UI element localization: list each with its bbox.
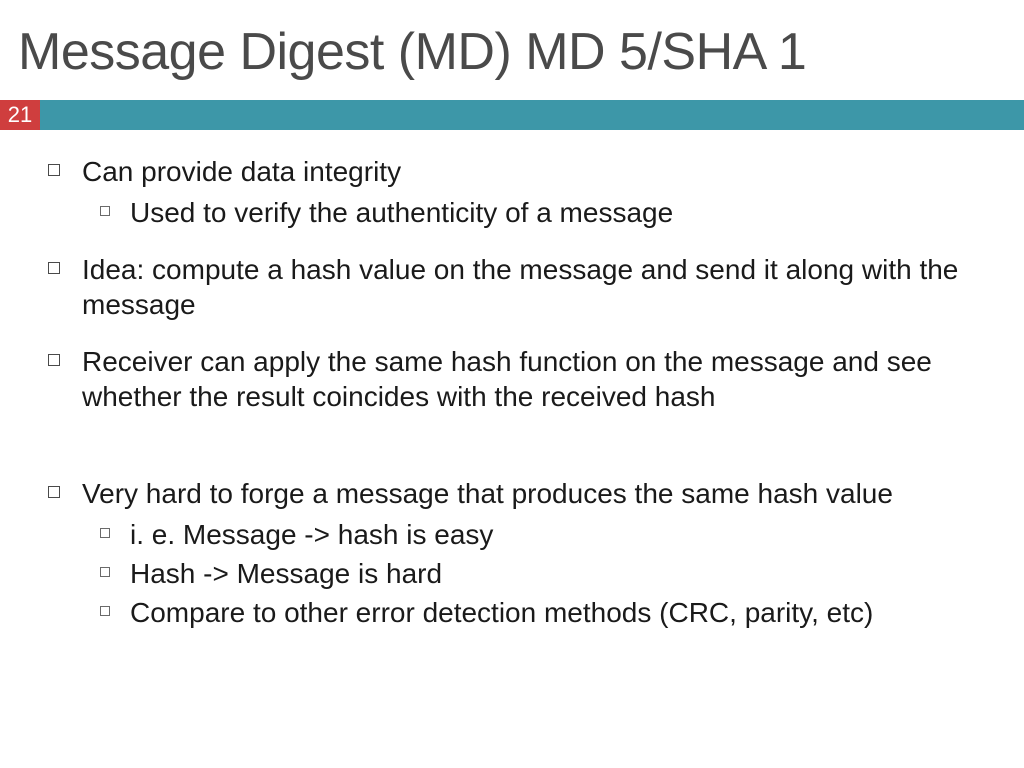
bullet-item: Receiver can apply the same hash functio…	[48, 344, 996, 414]
header-bar: 21	[0, 100, 1024, 130]
bullet-square-icon	[48, 486, 60, 498]
sub-bullet-square-icon	[100, 567, 110, 577]
bullet-text: Receiver can apply the same hash functio…	[82, 344, 996, 414]
bullet-square-icon	[48, 164, 60, 176]
slide-number-badge: 21	[0, 100, 40, 130]
sub-list: i. e. Message -> hash is easy Hash -> Me…	[82, 517, 893, 630]
bullet-text: Can provide data integrity	[82, 154, 673, 189]
sub-bullet-square-icon	[100, 606, 110, 616]
bullet-square-icon	[48, 354, 60, 366]
sub-bullet-square-icon	[100, 528, 110, 538]
bullet-item: Can provide data integrity Used to verif…	[48, 154, 996, 230]
sub-bullet-text: Compare to other error detection methods…	[130, 595, 873, 630]
sub-bullet-item: Compare to other error detection methods…	[82, 595, 893, 630]
accent-bar	[40, 100, 1024, 130]
sub-bullet-text: Used to verify the authenticity of a mes…	[130, 195, 673, 230]
bullet-item: Idea: compute a hash value on the messag…	[48, 252, 996, 322]
sub-bullet-item: Used to verify the authenticity of a mes…	[82, 195, 673, 230]
sub-bullet-item: Hash -> Message is hard	[82, 556, 893, 591]
sub-bullet-square-icon	[100, 206, 110, 216]
bullet-square-icon	[48, 262, 60, 274]
sub-bullet-item: i. e. Message -> hash is easy	[82, 517, 893, 552]
slide-content: Can provide data integrity Used to verif…	[0, 130, 1024, 630]
sub-bullet-text: Hash -> Message is hard	[130, 556, 442, 591]
bullet-item: Very hard to forge a message that produc…	[48, 476, 996, 630]
sub-list: Used to verify the authenticity of a mes…	[82, 195, 673, 230]
bullet-text: Idea: compute a hash value on the messag…	[82, 252, 996, 322]
slide-title: Message Digest (MD) MD 5/SHA 1	[0, 0, 1024, 82]
bullet-text: Very hard to forge a message that produc…	[82, 476, 893, 511]
sub-bullet-text: i. e. Message -> hash is easy	[130, 517, 493, 552]
